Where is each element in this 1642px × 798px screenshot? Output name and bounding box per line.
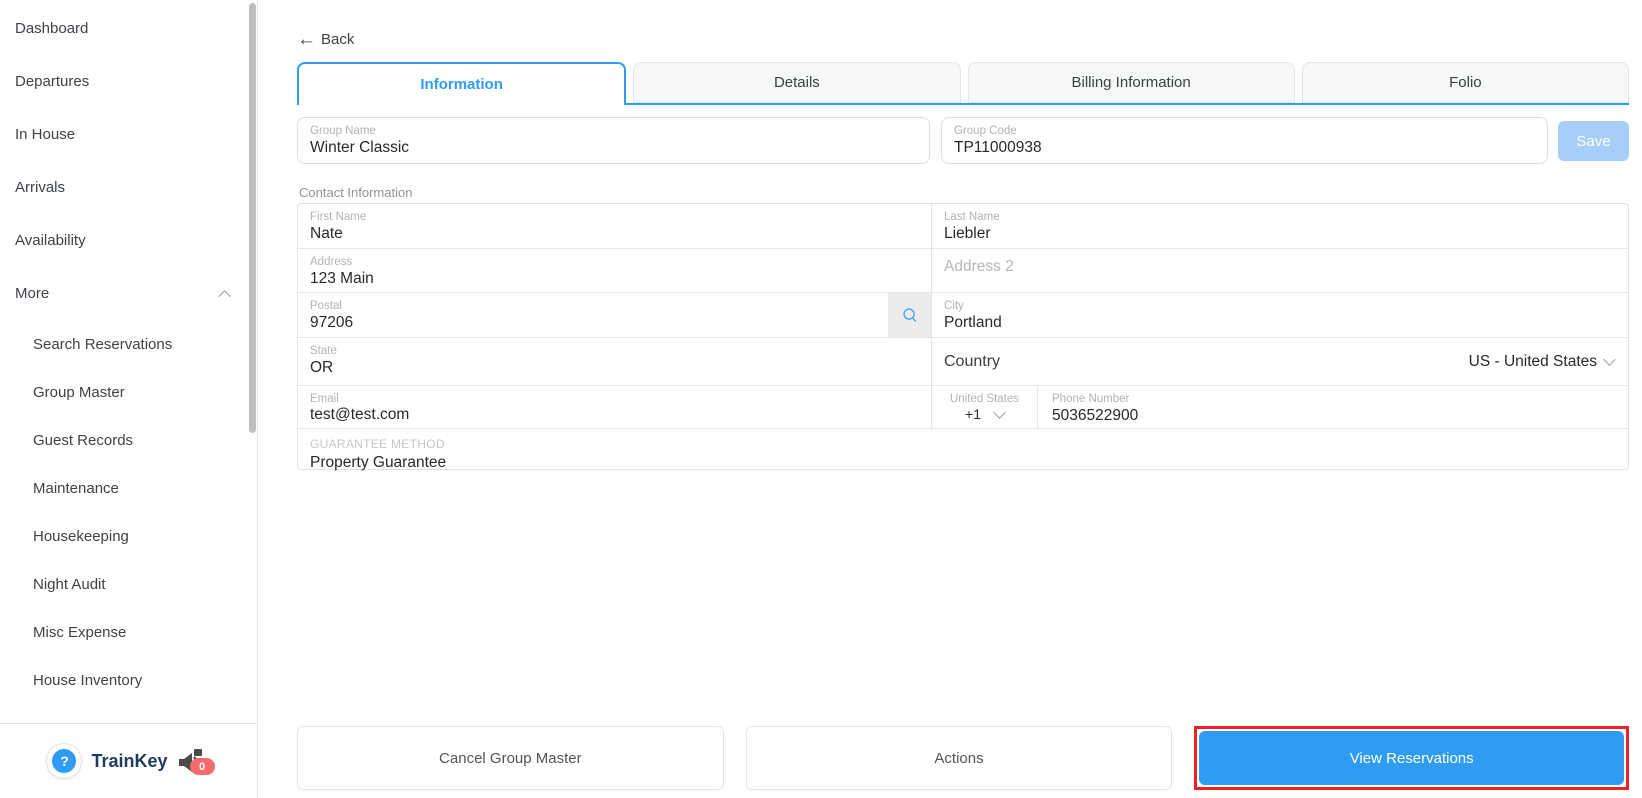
first-name-field[interactable]: First Name Nate xyxy=(298,204,931,248)
actions-button[interactable]: Actions xyxy=(745,726,1173,790)
city-label: City xyxy=(944,300,964,312)
phone-number-label: Phone Number xyxy=(1052,393,1130,405)
sidebar-footer: ? TrainKey 0 xyxy=(0,723,257,798)
address2-placeholder: Address 2 xyxy=(944,258,1014,275)
address2-field[interactable]: Address 2 xyxy=(931,249,1628,292)
sidebar-item-in-house[interactable]: In House xyxy=(0,108,257,161)
sidebar-item-dashboard[interactable]: Dashboard xyxy=(0,2,257,55)
sidebar-item-availability[interactable]: Availability xyxy=(0,214,257,267)
email-label-text: Email xyxy=(310,393,339,405)
chevron-down-icon xyxy=(993,405,1006,419)
sidebar-item-group-master[interactable]: Group Master xyxy=(0,368,257,416)
group-code-value: TP11000938 xyxy=(954,139,1042,156)
country-cell: Country US - United States xyxy=(931,338,1628,385)
postal-label: Postal xyxy=(310,300,342,312)
country-label: Country xyxy=(944,352,1001,370)
phone-number-value: 5036522900 xyxy=(1052,407,1139,424)
email-field[interactable]: Email test@test.com xyxy=(298,386,931,428)
tab-folio[interactable]: Folio xyxy=(1301,62,1629,103)
sidebar-item-misc-expense[interactable]: Misc Expense xyxy=(0,608,257,656)
back-label: Back xyxy=(321,31,355,48)
first-name-label: First Name xyxy=(310,211,367,223)
last-name-label: Last Name xyxy=(944,211,1000,223)
city-value: Portland xyxy=(944,314,1002,331)
first-name-value: Nate xyxy=(310,225,343,242)
last-name-field[interactable]: Last Name Liebler xyxy=(931,204,1628,248)
sidebar-scrollbar[interactable] xyxy=(249,3,256,433)
search-icon xyxy=(902,308,916,322)
announcements-button[interactable]: 0 xyxy=(177,747,215,775)
group-code-field[interactable]: Group Code TP11000938 xyxy=(941,117,1548,164)
back-arrow-icon: ← xyxy=(297,29,316,50)
row-postal-city: Postal 97206 City Portland xyxy=(298,293,1628,338)
last-name-value: Liebler xyxy=(944,225,991,242)
group-name-field[interactable]: Group Name Winter Classic xyxy=(297,117,930,164)
chevron-down-icon xyxy=(1603,353,1616,366)
row-state-country: State OR Country US - United States xyxy=(298,338,1628,386)
sidebar-item-guest-records[interactable]: Guest Records xyxy=(0,416,257,464)
sidebar-item-departures[interactable]: Departures xyxy=(0,55,257,108)
sidebar-item-housekeeping[interactable]: Housekeeping xyxy=(0,512,257,560)
state-label: State xyxy=(310,345,337,357)
sidebar-item-night-audit[interactable]: Night Audit xyxy=(0,560,257,608)
sidebar-nav: Dashboard Departures In House Arrivals A… xyxy=(0,0,257,704)
main-content: ← Back Information Details Billing Infor… xyxy=(259,0,1642,798)
row-address: Address 123 Main Address 2 xyxy=(298,249,1628,293)
notification-badge: 0 xyxy=(189,758,215,775)
contact-form-table: First Name Nate Last Name Liebler Addres… xyxy=(297,203,1629,471)
phone-number-field[interactable]: Phone Number 5036522900 xyxy=(1037,386,1628,428)
contact-information-heading: Contact Information xyxy=(299,185,413,200)
state-field[interactable]: State OR xyxy=(298,338,931,385)
postal-value: 97206 xyxy=(310,314,354,331)
group-name-value: Winter Classic xyxy=(310,139,410,156)
sidebar-item-house-inventory[interactable]: House Inventory xyxy=(0,656,257,704)
brand-logo-text: TrainKey xyxy=(91,750,168,771)
sidebar-item-more[interactable]: More xyxy=(0,267,257,320)
save-button[interactable]: Save xyxy=(1558,121,1629,161)
tab-bar: Information Details Billing Information … xyxy=(297,62,1629,105)
guarantee-method-value: Property Guarantee xyxy=(310,454,447,471)
back-link[interactable]: ← Back xyxy=(297,30,354,49)
country-selector[interactable]: US - United States xyxy=(1468,352,1616,371)
address-field[interactable]: Address 123 Main xyxy=(298,249,931,292)
highlight-annotation-box: View Reservations xyxy=(1194,726,1630,790)
question-mark-icon: ? xyxy=(52,749,77,773)
phone-cell: United States +1 Phone Number 5036522900 xyxy=(931,386,1628,428)
sidebar-item-maintenance[interactable]: Maintenance xyxy=(0,464,257,512)
tab-information[interactable]: Information xyxy=(297,62,627,105)
address-value: 123 Main xyxy=(310,270,374,287)
group-name-label: Group Name xyxy=(310,125,376,137)
guarantee-method-label: GUARANTEE METHOD xyxy=(310,437,445,451)
chevron-up-icon xyxy=(218,290,231,303)
dial-country-label: United States xyxy=(949,393,1020,405)
more-label: More xyxy=(15,285,50,302)
group-code-label: Group Code xyxy=(954,125,1017,137)
country-value: US - United States xyxy=(1468,352,1597,370)
view-reservations-button[interactable]: View Reservations xyxy=(1199,731,1625,785)
row-guarantee: GUARANTEE METHOD Property Guarantee xyxy=(298,429,1628,471)
tab-details[interactable]: Details xyxy=(633,62,961,103)
dial-code-selector[interactable]: United States +1 xyxy=(932,386,1037,428)
cancel-group-master-button[interactable]: Cancel Group Master xyxy=(297,726,724,790)
dial-code-value: +1 xyxy=(965,406,981,422)
email-value: test@test.com xyxy=(310,406,410,423)
postal-search-button[interactable] xyxy=(888,293,931,337)
sidebar-item-arrivals[interactable]: Arrivals xyxy=(0,161,257,214)
postal-field[interactable]: Postal 97206 xyxy=(298,293,931,337)
tab-billing-information[interactable]: Billing Information xyxy=(967,62,1295,103)
row-email-phone: Email test@test.com United States +1 Pho… xyxy=(298,386,1628,429)
footer-action-bar: Cancel Group Master Actions View Reserva… xyxy=(297,726,1630,790)
state-value: OR xyxy=(310,359,334,376)
sidebar-item-search-reservations[interactable]: Search Reservations xyxy=(0,320,257,368)
row-name: First Name Nate Last Name Liebler xyxy=(298,204,1628,249)
help-button[interactable]: ? xyxy=(46,743,83,779)
city-field[interactable]: City Portland xyxy=(931,293,1628,337)
address-label: Address xyxy=(310,256,353,268)
sidebar: Dashboard Departures In House Arrivals A… xyxy=(0,0,258,798)
guarantee-method-field[interactable]: GUARANTEE METHOD Property Guarantee xyxy=(298,429,1628,471)
